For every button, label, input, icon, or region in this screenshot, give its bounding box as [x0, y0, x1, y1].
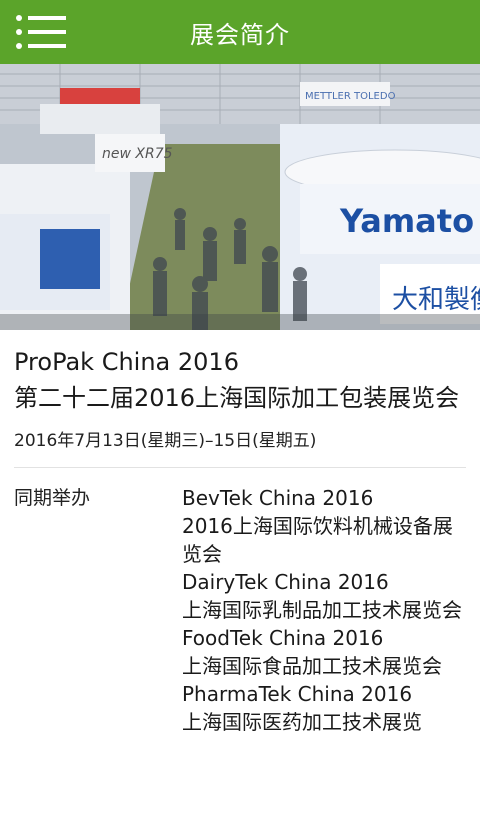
event-title: ProPak China 2016 第二十二届2016上海国际加工包装展览会 — [14, 344, 466, 416]
svg-text:new XR75: new XR75 — [102, 146, 173, 162]
concurrent-event-cn: 上海国际医药加工技术展览 — [182, 710, 422, 734]
concurrent-label: 同期举办 — [14, 487, 91, 509]
exhibition-hall-photo: new XR75 METTLER TOLEDO Yamato 大和製衡 — [0, 64, 480, 330]
concurrent-event-en: BevTek China 2016 — [182, 486, 374, 510]
top-bar: 展会简介 — [0, 0, 480, 64]
concurrent-event-en: DairyTek China 2016 — [182, 570, 389, 594]
concurrent-event-en: PharmaTek China 2016 — [182, 682, 413, 706]
svg-text:大和製衡: 大和製衡 — [392, 285, 480, 315]
event-title-en: ProPak China 2016 — [14, 348, 239, 376]
list-item: BevTek China 2016 2016上海国际饮料机械设备展览会 — [182, 484, 466, 568]
svg-text:Yamato: Yamato — [339, 202, 474, 240]
menu-icon[interactable] — [14, 14, 68, 50]
concurrent-list: BevTek China 2016 2016上海国际饮料机械设备展览会 Dair… — [182, 484, 466, 736]
concurrent-event-cn: 2016上海国际饮料机械设备展览会 — [182, 514, 453, 566]
concurrent-event-cn: 上海国际食品加工技术展览会 — [182, 654, 442, 678]
list-item: PharmaTek China 2016 上海国际医药加工技术展览 — [182, 680, 466, 736]
list-item: DairyTek China 2016 上海国际乳制品加工技术展览会 — [182, 568, 466, 624]
page-title: 展会简介 — [190, 20, 290, 49]
concurrent-event-en: FoodTek China 2016 — [182, 626, 384, 650]
svg-text:METTLER TOLEDO: METTLER TOLEDO — [305, 91, 396, 102]
event-title-cn: 第二十二届2016上海国际加工包装展览会 — [14, 384, 460, 412]
event-details: ProPak China 2016 第二十二届2016上海国际加工包装展览会 2… — [0, 344, 480, 736]
divider — [14, 467, 466, 468]
list-item: FoodTek China 2016 上海国际食品加工技术展览会 — [182, 624, 466, 680]
event-date: 2016年7月13日(星期三)–15日(星期五) — [14, 431, 317, 451]
concurrent-event-cn: 上海国际乳制品加工技术展览会 — [182, 598, 462, 622]
concurrent-events: 同期举办 BevTek China 2016 2016上海国际饮料机械设备展览会… — [14, 484, 466, 736]
